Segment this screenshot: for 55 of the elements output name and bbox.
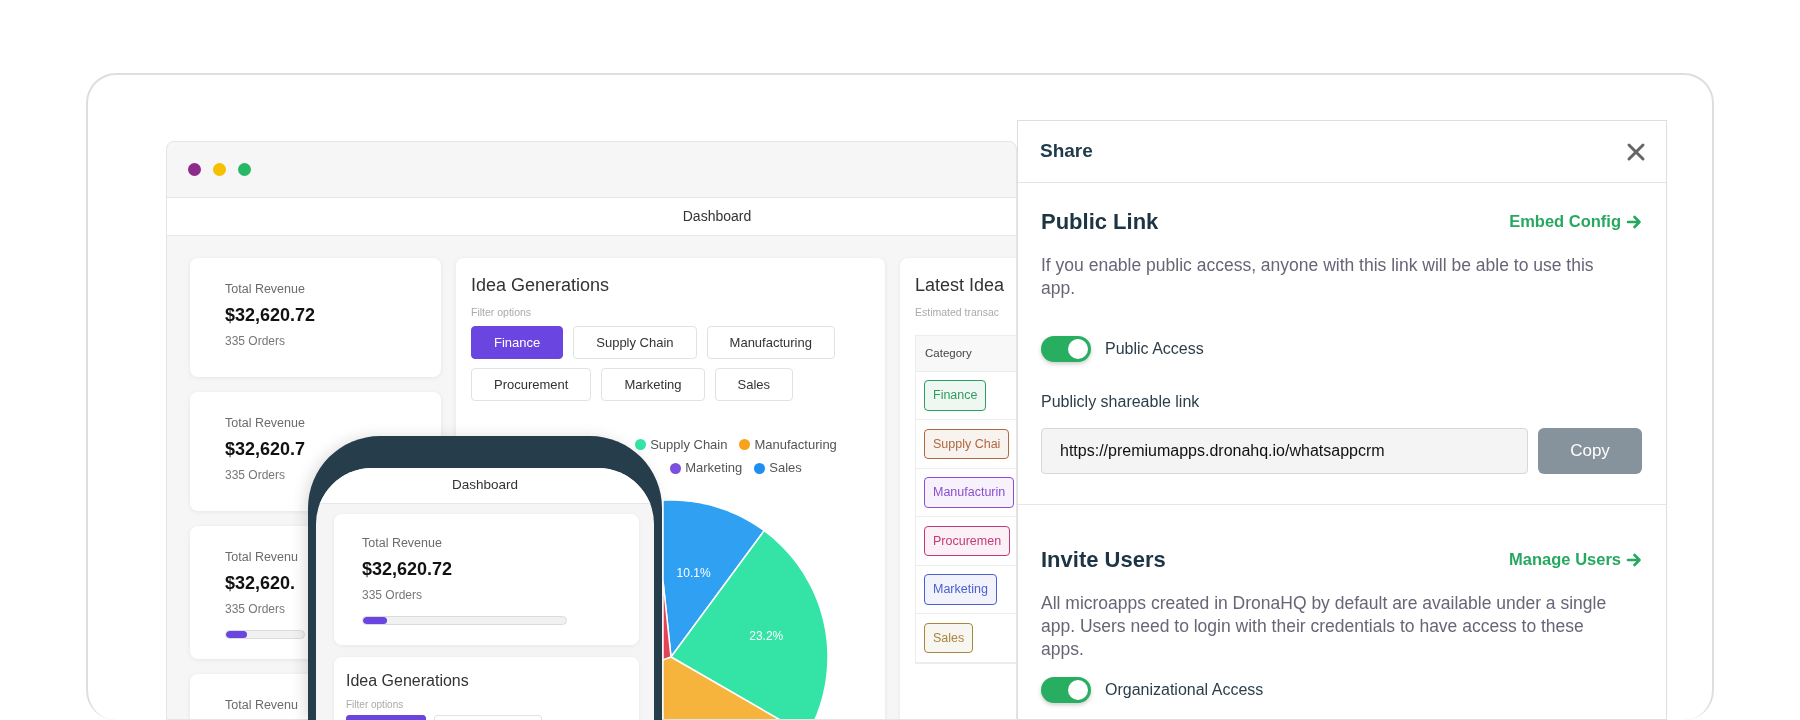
legend-label: Sales bbox=[769, 459, 802, 478]
card-subtitle: Filter options bbox=[346, 697, 405, 712]
toggle-label: Organizational Access bbox=[1105, 680, 1264, 700]
card-title: Idea Generations bbox=[346, 670, 470, 691]
revenue-amount: $32,620.72 bbox=[225, 303, 316, 327]
category-tag: Sales bbox=[924, 622, 974, 654]
link-field[interactable]: https://premiumapps.dronahq.io/whatsappcrm bbox=[1041, 428, 1528, 474]
revenue-label: Total Revenue bbox=[362, 535, 442, 552]
orders-count: 335 Orders bbox=[225, 332, 286, 350]
section-description: If you enable public access, anyone with this link will be able to use this app. bbox=[1041, 254, 1595, 300]
revenue-amount: $32,620. bbox=[225, 571, 296, 595]
filter-button[interactable]: Finance bbox=[471, 325, 564, 359]
filter-button[interactable]: Procurement bbox=[471, 367, 592, 401]
category-tag: Manufacturin bbox=[924, 477, 1015, 508]
toggle-switch[interactable] bbox=[1041, 677, 1091, 703]
card-subtitle: Estimated transac bbox=[915, 305, 1001, 320]
filter-button[interactable]: Sales bbox=[714, 367, 794, 401]
toggle-label: Public Access bbox=[1105, 339, 1204, 359]
filter-button[interactable]: Supply Chain bbox=[573, 325, 697, 359]
legend-label: Supply Chain bbox=[650, 435, 728, 454]
slice-label: 10.1% bbox=[676, 565, 711, 580]
section-description: All microapps created in DronaHQ by default are available under a single app. Users need to login with their credentials to have access to these apps. bbox=[1041, 592, 1608, 661]
arrow-right-icon bbox=[1626, 551, 1642, 568]
slice-label: 23.2% bbox=[749, 629, 784, 643]
card-title: Latest Idea bbox=[915, 274, 1006, 297]
revenue-label: Total Revenue bbox=[225, 281, 305, 298]
panel-title: Share bbox=[1040, 139, 1093, 164]
orders-count: 335 Orders bbox=[362, 586, 423, 604]
close-icon[interactable] bbox=[1626, 141, 1646, 162]
revenue-amount: $32,620.72 bbox=[362, 557, 453, 581]
section-title: Invite Users bbox=[1041, 546, 1166, 574]
revenue-label: Total Revenu bbox=[225, 549, 298, 566]
orders-count: 335 Orders bbox=[225, 600, 286, 618]
page-title: Dashboard bbox=[451, 476, 518, 495]
filter-button[interactable]: Marketing bbox=[601, 367, 705, 401]
category-tag: Marketing bbox=[924, 574, 997, 605]
category-tag: Procuremen bbox=[924, 525, 1011, 557]
legend-label: Manufacturing bbox=[754, 435, 837, 454]
toggle-switch[interactable] bbox=[1041, 336, 1091, 362]
orders-count: 335 Orders bbox=[225, 466, 286, 484]
revenue-amount: $32,620.7 bbox=[225, 437, 306, 461]
card-subtitle: Filter options bbox=[471, 305, 533, 320]
window-control-icon[interactable] bbox=[188, 163, 201, 176]
legend-label: Marketing bbox=[685, 459, 743, 478]
card-title: Idea Generations bbox=[471, 274, 611, 297]
category-tag: Finance bbox=[924, 380, 987, 411]
category-tag: Supply Chai bbox=[924, 428, 1010, 460]
section-title: Public Link bbox=[1041, 208, 1159, 236]
revenue-label: Total Revenue bbox=[225, 415, 305, 432]
filter-button[interactable]: Manufacturing bbox=[706, 325, 835, 359]
arrow-right-icon bbox=[1626, 213, 1642, 230]
revenue-label: Total Revenu bbox=[225, 696, 298, 714]
column-header: Category bbox=[925, 345, 972, 361]
page-title: Dashboard bbox=[682, 207, 752, 226]
field-label: Publicly shareable link bbox=[1041, 392, 1201, 412]
